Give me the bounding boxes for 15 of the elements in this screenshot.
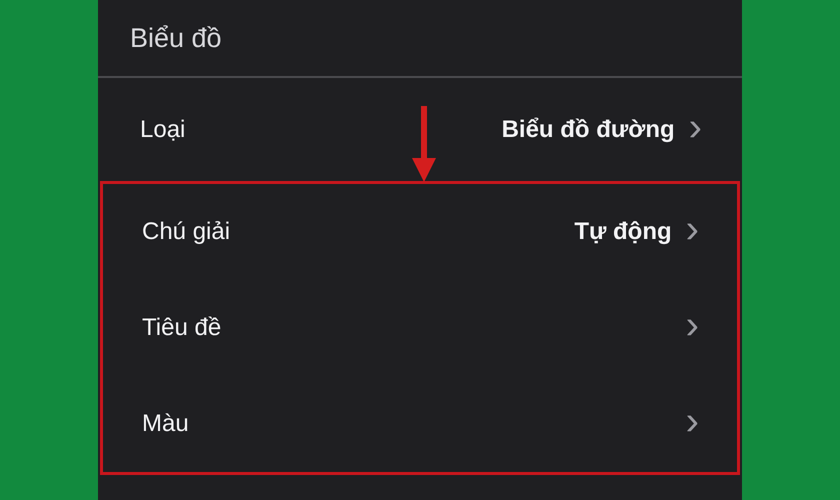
chevron-icon: ›: [688, 106, 702, 146]
chevron-icon: ›: [686, 209, 699, 249]
settings-row[interactable]: Chú giải Tự động ›: [103, 184, 737, 280]
row-label: Màu: [142, 409, 189, 439]
settings-row[interactable]: Tiêu đề ›: [103, 280, 737, 376]
chevron-icon: ›: [686, 401, 699, 441]
row-label: Tiêu đề: [142, 313, 222, 343]
row-value: Biểu đồ đường: [502, 114, 675, 144]
row-value: Tự động: [574, 217, 672, 247]
settings-row[interactable]: Màu ›: [103, 376, 737, 472]
settings-row[interactable]: Loại Biểu đồ đường ›: [98, 78, 742, 181]
chevron-icon: ›: [686, 305, 699, 345]
row-label: Chú giải: [142, 217, 230, 247]
header-title: Biểu đồ: [130, 22, 222, 55]
row-label: Loại: [140, 114, 186, 144]
